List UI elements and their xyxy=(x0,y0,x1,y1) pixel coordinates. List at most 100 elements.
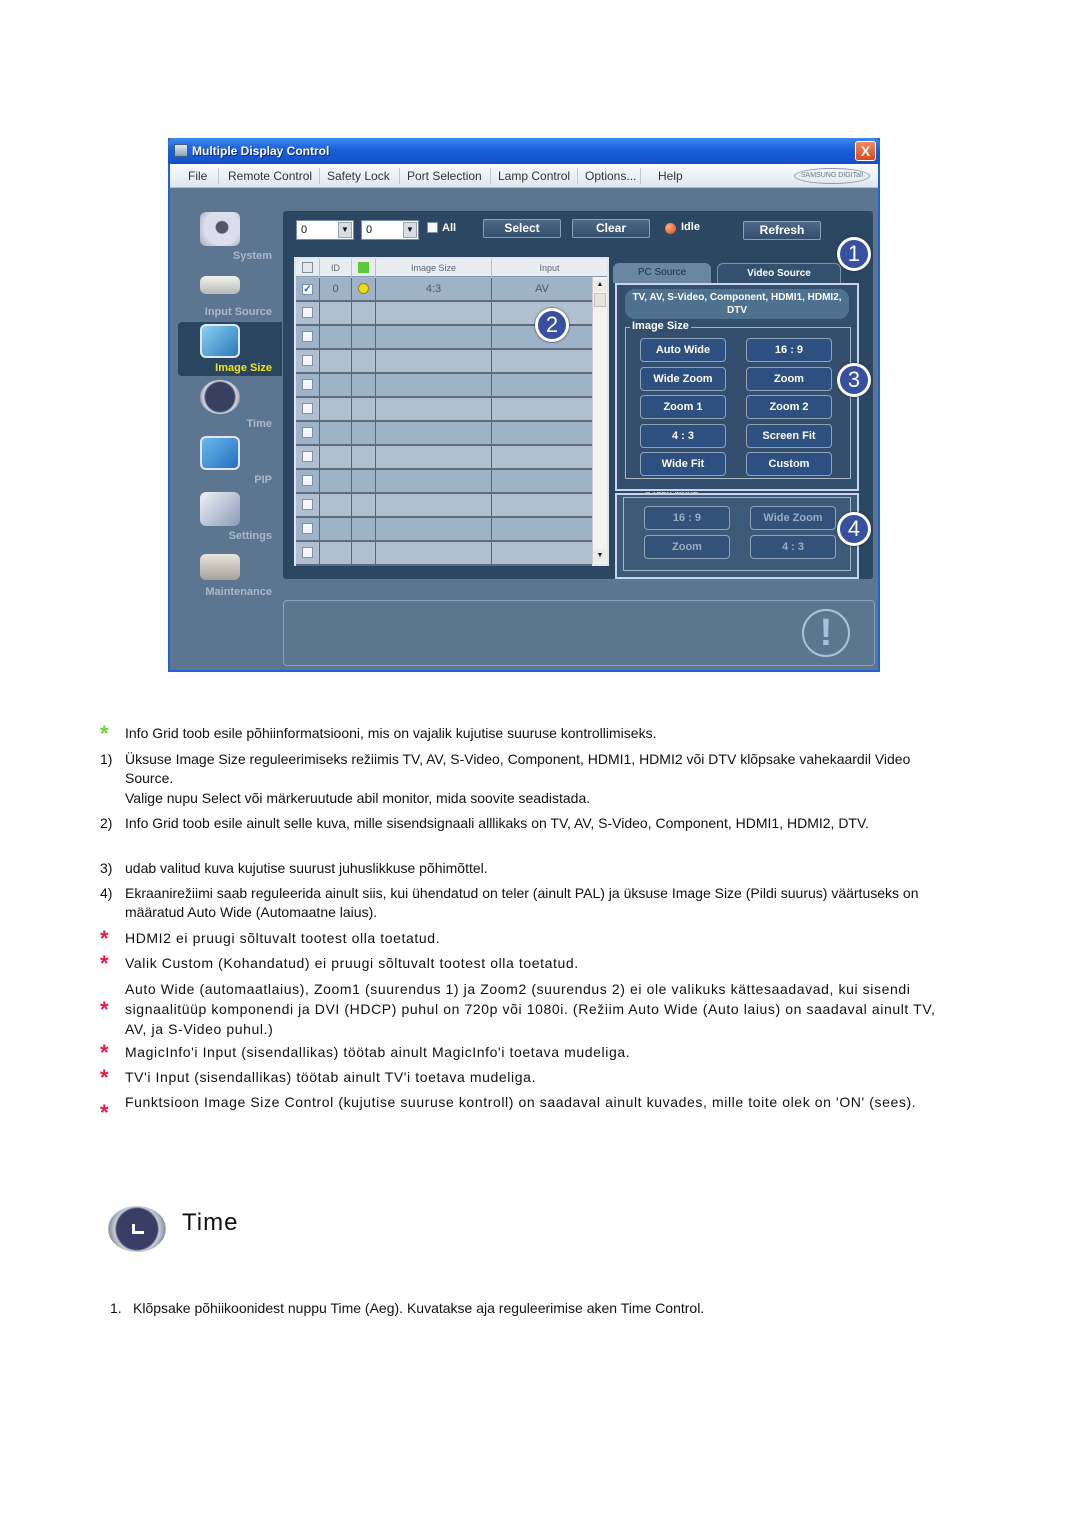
header-id[interactable]: ID xyxy=(320,259,352,277)
sidebar-item-settings[interactable]: Settings xyxy=(178,490,282,544)
menu-separator xyxy=(640,168,641,184)
row-checkbox-cell[interactable]: ✓ xyxy=(296,278,320,300)
image-size-group: Image Size Auto Wide 16 : 9 Wide Zoom Zo… xyxy=(625,320,851,479)
app-icon xyxy=(174,144,188,157)
row-checkbox[interactable] xyxy=(302,331,313,342)
row-checkbox[interactable] xyxy=(302,523,313,534)
row-checkbox-cell[interactable] xyxy=(296,302,320,324)
row-checkbox-cell[interactable] xyxy=(296,326,320,348)
row-id-cell xyxy=(320,350,352,372)
menu-remote-control[interactable]: Remote Control xyxy=(228,169,312,183)
row-checkbox[interactable] xyxy=(302,451,313,462)
auto-wide-button[interactable]: Auto Wide xyxy=(640,338,726,362)
to-id-dropdown[interactable]: 0 ▼ xyxy=(361,220,419,240)
close-button[interactable]: X xyxy=(855,141,876,161)
header-input[interactable]: Input xyxy=(492,259,607,277)
red-star-icon: * xyxy=(100,1065,109,1090)
zoom-button[interactable]: Zoom xyxy=(746,367,832,391)
row-checkbox-cell[interactable] xyxy=(296,518,320,540)
title-bar: Multiple Display Control X xyxy=(168,138,880,164)
header-power[interactable] xyxy=(352,259,376,277)
screen-16-9-button[interactable]: 16 : 9 xyxy=(644,506,730,530)
row-checkbox[interactable]: ✓ xyxy=(302,284,313,295)
table-row[interactable] xyxy=(296,494,592,518)
sidebar-item-system[interactable]: System xyxy=(178,210,282,264)
row-checkbox-cell[interactable] xyxy=(296,494,320,516)
menu-safety-lock[interactable]: Safety Lock xyxy=(327,169,390,183)
custom-button[interactable]: Custom xyxy=(746,452,832,476)
green-star-icon: * xyxy=(100,721,109,746)
row-checkbox-cell[interactable] xyxy=(296,350,320,372)
note-text: Auto Wide (automaatlaius), Zoom1 (suuren… xyxy=(125,981,936,1037)
menu-separator xyxy=(218,168,219,184)
row-image-size-cell xyxy=(376,350,492,372)
all-checkbox[interactable] xyxy=(427,222,438,233)
row-input-cell xyxy=(492,470,592,492)
header-image-size[interactable]: Image Size xyxy=(376,259,492,277)
table-row[interactable]: ✓ 0 4:3 AV xyxy=(296,278,592,302)
tab-pc-source[interactable]: PC Source xyxy=(613,263,711,283)
table-row[interactable] xyxy=(296,374,592,398)
select-all-checkbox[interactable] xyxy=(302,262,313,273)
scroll-up-icon[interactable]: ▲ xyxy=(594,279,606,291)
select-button[interactable]: Select xyxy=(483,219,561,238)
sidebar-item-maintenance[interactable]: Maintenance xyxy=(178,546,282,600)
chevron-down-icon[interactable]: ▼ xyxy=(403,222,417,238)
refresh-button[interactable]: Refresh xyxy=(743,221,821,240)
sidebar-item-image-size[interactable]: Image Size xyxy=(178,322,282,376)
chevron-down-icon[interactable]: ▼ xyxy=(338,222,352,238)
row-checkbox[interactable] xyxy=(302,355,313,366)
screen-4-3-button[interactable]: 4 : 3 xyxy=(750,535,836,559)
menu-lamp-control[interactable]: Lamp Control xyxy=(498,169,570,183)
row-input-cell xyxy=(492,398,592,420)
4-3-button[interactable]: 4 : 3 xyxy=(640,424,726,448)
table-row[interactable] xyxy=(296,422,592,446)
sidebar-item-input-source[interactable]: Input Source xyxy=(178,266,282,320)
row-checkbox[interactable] xyxy=(302,307,313,318)
from-id-dropdown[interactable]: 0 ▼ xyxy=(296,220,354,240)
menu-separator xyxy=(399,168,400,184)
row-checkbox-cell[interactable] xyxy=(296,422,320,444)
scroll-down-icon[interactable]: ▼ xyxy=(594,550,606,562)
row-checkbox[interactable] xyxy=(302,403,313,414)
header-select-all[interactable] xyxy=(296,259,320,277)
row-checkbox-cell[interactable] xyxy=(296,398,320,420)
table-row[interactable] xyxy=(296,446,592,470)
menu-options[interactable]: Options... xyxy=(585,169,636,183)
wide-fit-button[interactable]: Wide Fit xyxy=(640,452,726,476)
row-power-cell xyxy=(352,398,376,420)
row-checkbox[interactable] xyxy=(302,379,313,390)
table-row[interactable] xyxy=(296,542,592,566)
sidebar-item-pip[interactable]: PIP xyxy=(178,434,282,488)
screen-fit-button[interactable]: Screen Fit xyxy=(746,424,832,448)
row-checkbox[interactable] xyxy=(302,499,313,510)
row-checkbox[interactable] xyxy=(302,547,313,558)
sidebar-item-time[interactable]: Time xyxy=(178,378,282,432)
row-checkbox-cell[interactable] xyxy=(296,542,320,564)
table-row[interactable] xyxy=(296,398,592,422)
row-checkbox-cell[interactable] xyxy=(296,470,320,492)
row-checkbox-cell[interactable] xyxy=(296,374,320,396)
zoom-1-button[interactable]: Zoom 1 xyxy=(640,395,726,419)
clear-button[interactable]: Clear xyxy=(572,219,650,238)
row-checkbox[interactable] xyxy=(302,427,313,438)
all-checkbox-wrap[interactable]: All xyxy=(427,222,456,234)
grid-scrollbar[interactable]: ▲ ▼ xyxy=(592,277,607,564)
table-row[interactable] xyxy=(296,350,592,374)
table-row[interactable] xyxy=(296,470,592,494)
scroll-thumb[interactable] xyxy=(594,293,606,307)
menu-file[interactable]: File xyxy=(188,169,207,183)
screen-zoom-button[interactable]: Zoom xyxy=(644,535,730,559)
16-9-button[interactable]: 16 : 9 xyxy=(746,338,832,362)
row-checkbox[interactable] xyxy=(302,475,313,486)
wide-zoom-button[interactable]: Wide Zoom xyxy=(640,367,726,391)
menu-port-selection[interactable]: Port Selection xyxy=(407,169,482,183)
row-checkbox-cell[interactable] xyxy=(296,446,320,468)
note-text: MagicInfo'i Input (sisendallikas) töötab… xyxy=(125,1044,631,1060)
screen-wide-zoom-button[interactable]: Wide Zoom xyxy=(750,506,836,530)
menu-help[interactable]: Help xyxy=(658,169,683,183)
zoom-2-button[interactable]: Zoom 2 xyxy=(746,395,832,419)
red-star-icon: * xyxy=(100,951,109,976)
table-row[interactable] xyxy=(296,518,592,542)
tab-video-source[interactable]: Video Source xyxy=(717,263,841,283)
